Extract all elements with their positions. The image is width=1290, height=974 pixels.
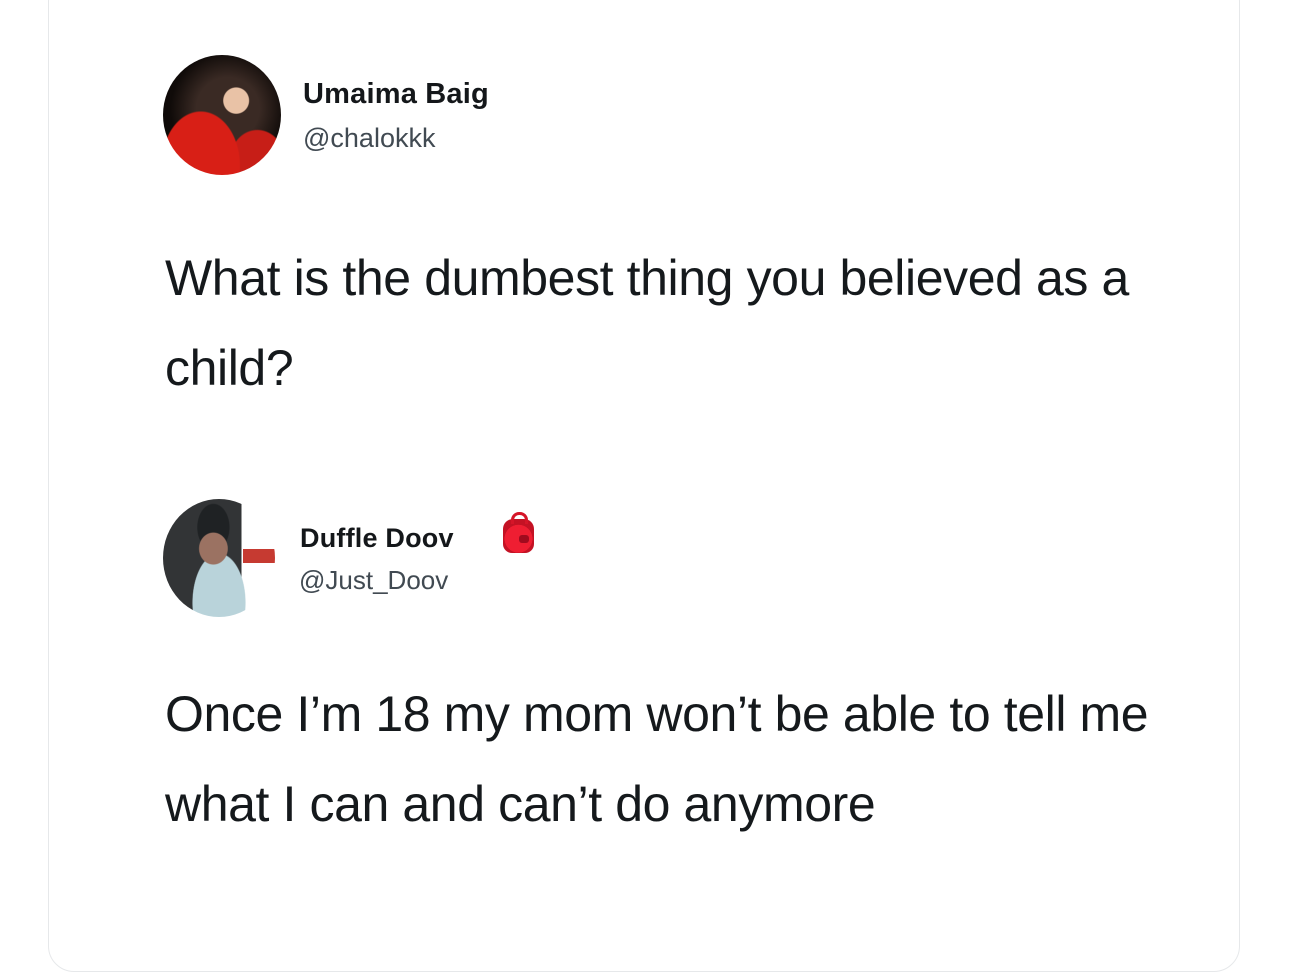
tweet-text: Once I’m 18 my mom won’t be able to tell… — [165, 686, 1149, 832]
tweet-text: What is the dumbest thing you believed a… — [165, 250, 1129, 396]
tweet-screenshot-card: Umaima Baig @chalokkk What is the dumbes… — [48, 0, 1240, 972]
red-backpack-icon — [503, 512, 534, 553]
display-name[interactable]: Duffle Doov — [300, 523, 454, 554]
username-handle[interactable]: @Just_Doov — [299, 565, 448, 596]
display-name[interactable]: Umaima Baig — [303, 78, 489, 111]
username-handle[interactable]: @chalokkk — [303, 123, 435, 154]
avatar[interactable] — [163, 499, 275, 617]
avatar[interactable] — [163, 55, 281, 175]
